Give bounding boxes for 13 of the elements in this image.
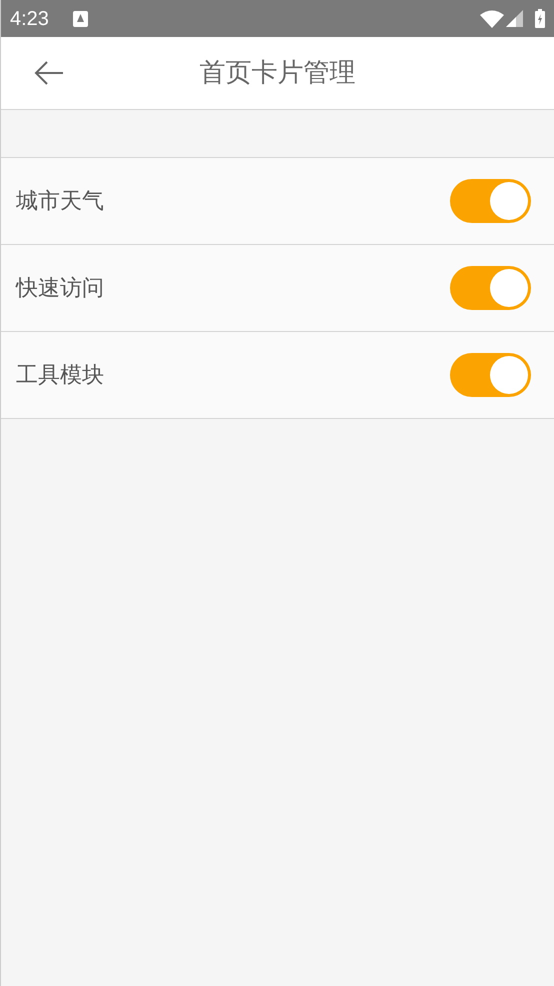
setting-label: 城市天气 xyxy=(16,188,104,216)
status-time: 4:23 xyxy=(10,6,49,32)
toggle-switch[interactable] xyxy=(450,179,531,223)
setting-label: 快速访问 xyxy=(16,274,104,302)
page-title: 首页卡片管理 xyxy=(200,56,356,90)
keyboard-icon xyxy=(72,10,88,26)
setting-label: 工具模块 xyxy=(16,362,104,390)
signal-icon xyxy=(506,10,523,27)
battery-icon xyxy=(535,9,545,28)
wifi-icon xyxy=(480,10,504,28)
toggle-switch[interactable] xyxy=(450,353,531,397)
back-arrow-icon xyxy=(34,60,64,86)
toggle-switch[interactable] xyxy=(450,266,531,310)
